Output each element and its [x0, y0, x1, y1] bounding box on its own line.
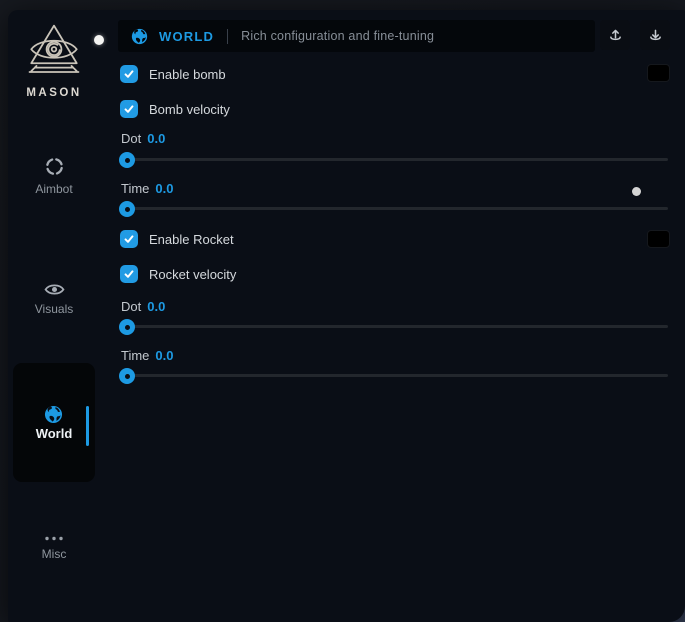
checkbox-checked[interactable] — [120, 265, 138, 283]
slider-track[interactable] — [120, 158, 668, 161]
active-tab-indicator — [86, 406, 89, 446]
crosshair-icon — [44, 156, 65, 177]
brand-logo-block: MASON — [8, 23, 100, 99]
checkbox-enable-rocket[interactable]: Enable Rocket — [120, 230, 234, 248]
page-title: WORLD — [159, 29, 214, 44]
header-separator — [227, 29, 228, 44]
slider-thumb[interactable] — [119, 201, 135, 217]
sidebar-item-label: World — [13, 426, 95, 441]
eye-icon — [44, 282, 65, 297]
slider-track[interactable] — [120, 374, 668, 377]
checkbox-checked[interactable] — [120, 100, 138, 118]
checkbox-rocket-velocity[interactable]: Rocket velocity — [120, 265, 236, 283]
checkbox-checked[interactable] — [120, 65, 138, 83]
sidebar-item-label: Visuals — [35, 302, 73, 316]
globe-icon — [44, 405, 63, 424]
slider-label-time: Time0.0 — [121, 348, 173, 363]
download-config-button[interactable] — [640, 20, 670, 50]
check-icon — [123, 68, 135, 80]
dot-slider[interactable] — [120, 319, 668, 335]
mod-menu-window: MASON Aimbot Visuals — [8, 10, 685, 622]
brand-name: MASON — [8, 87, 100, 99]
sidebar-item-label: Aimbot — [35, 182, 72, 196]
page-header: WORLD Rich configuration and fine-tuning — [118, 20, 595, 52]
time-slider[interactable] — [120, 201, 668, 217]
checkbox-label: Enable Rocket — [149, 232, 234, 247]
checkbox-label: Rocket velocity — [149, 267, 236, 282]
secondary-cursor-dot — [632, 187, 641, 196]
dot-slider[interactable] — [120, 152, 668, 168]
cursor-dot — [94, 35, 104, 45]
sidebar-item-label: Misc — [42, 547, 67, 561]
slider-thumb[interactable] — [119, 319, 135, 335]
rocket-color-swatch[interactable] — [647, 230, 670, 248]
slider-thumb[interactable] — [119, 152, 135, 168]
slider-value: 0.0 — [155, 348, 173, 363]
sidebar-item-misc[interactable]: Misc — [8, 535, 100, 561]
bomb-color-swatch[interactable] — [647, 64, 670, 82]
sidebar-item-world-selected[interactable]: World — [13, 363, 95, 482]
checkbox-label: Enable bomb — [149, 67, 226, 82]
slider-label-dot: Dot0.0 — [121, 299, 165, 314]
slider-track[interactable] — [120, 207, 668, 210]
download-icon — [647, 27, 664, 44]
checkbox-enable-bomb[interactable]: Enable bomb — [120, 65, 226, 83]
slider-value: 0.0 — [155, 181, 173, 196]
sidebar-item-aimbot[interactable]: Aimbot — [8, 156, 100, 196]
time-slider[interactable] — [120, 368, 668, 384]
check-icon — [123, 268, 135, 280]
globe-icon — [131, 28, 148, 45]
sidebar: MASON Aimbot Visuals — [8, 10, 108, 622]
upload-config-button[interactable] — [600, 20, 630, 50]
slider-track[interactable] — [120, 325, 668, 328]
sidebar-item-visuals[interactable]: Visuals — [8, 282, 100, 316]
checkbox-checked[interactable] — [120, 230, 138, 248]
check-icon — [123, 233, 135, 245]
checkbox-bomb-velocity[interactable]: Bomb velocity — [120, 100, 230, 118]
ellipsis-icon — [43, 535, 65, 542]
slider-value: 0.0 — [147, 131, 165, 146]
slider-label-dot: Dot0.0 — [121, 131, 165, 146]
slider-label-time: Time0.0 — [121, 181, 173, 196]
page-subtitle: Rich configuration and fine-tuning — [241, 29, 434, 43]
mason-eye-triangle-logo-icon — [26, 23, 82, 79]
check-icon — [123, 103, 135, 115]
upload-icon — [607, 27, 624, 44]
checkbox-label: Bomb velocity — [149, 102, 230, 117]
slider-value: 0.0 — [147, 299, 165, 314]
slider-thumb[interactable] — [119, 368, 135, 384]
